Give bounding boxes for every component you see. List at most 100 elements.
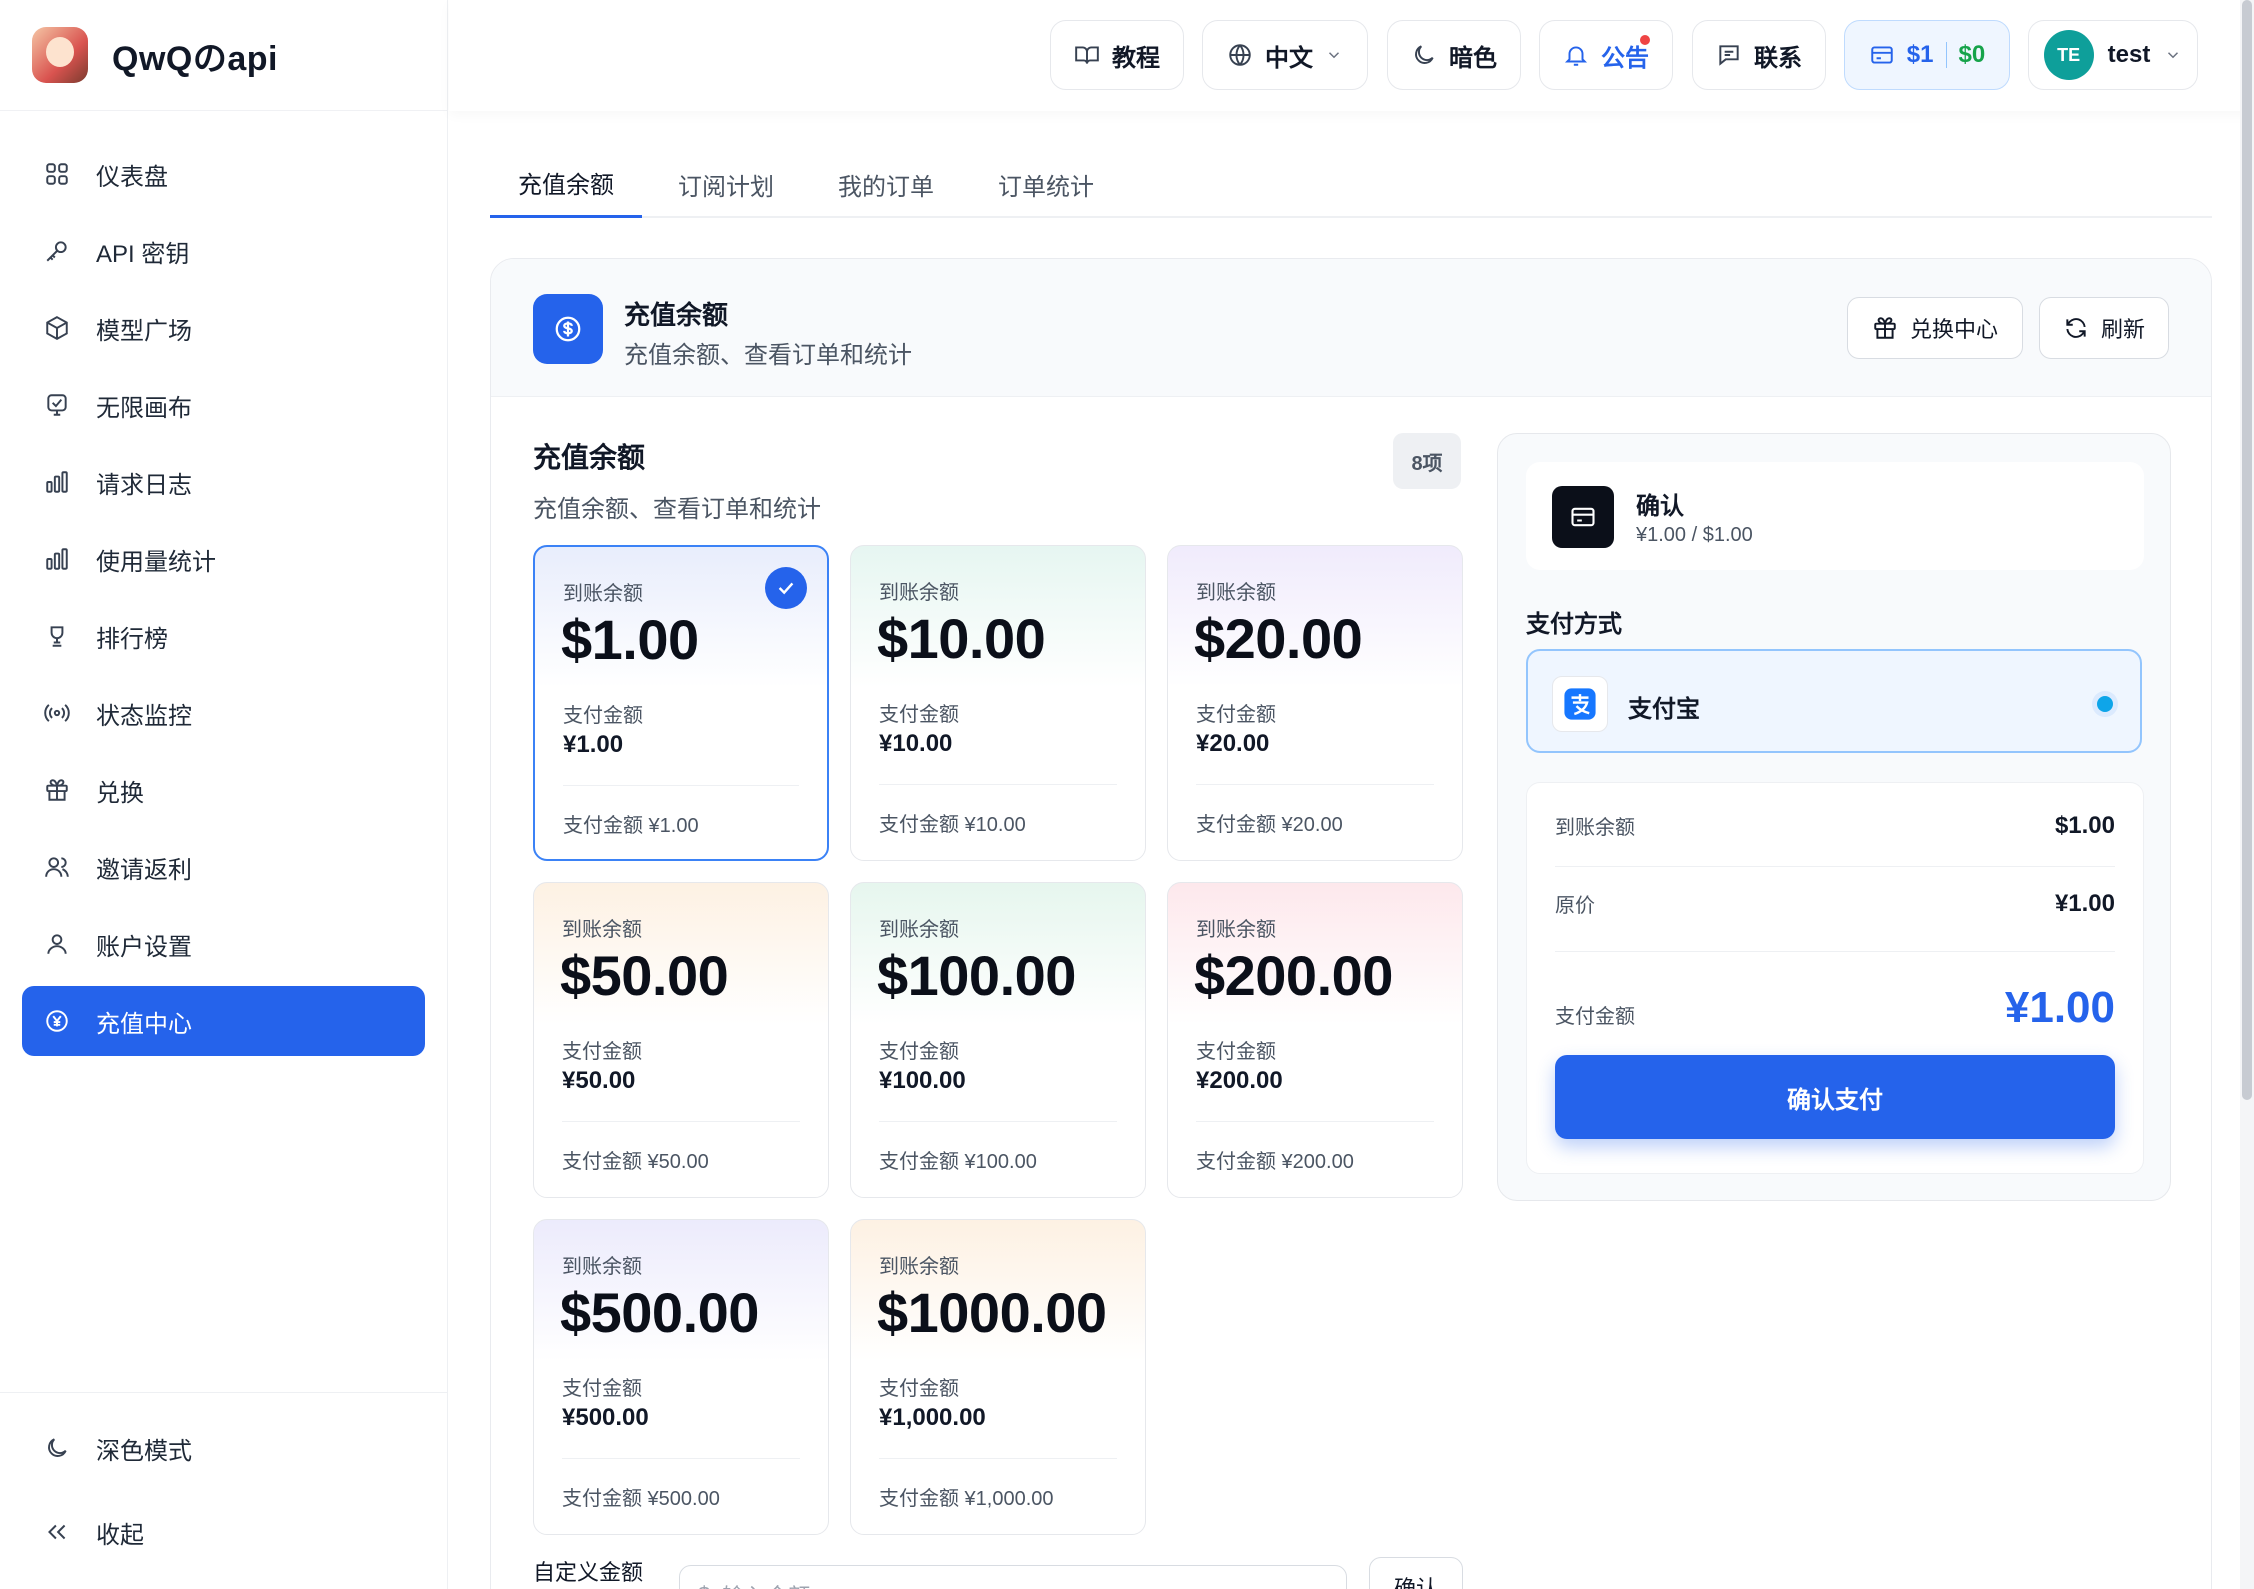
- key-icon: [42, 236, 72, 266]
- balance-divider: [1945, 42, 1947, 68]
- custom-amount-confirm-button[interactable]: 确认: [1369, 1557, 1463, 1589]
- moon-icon: [1411, 42, 1437, 68]
- brand-name: QwQのapi: [112, 39, 278, 78]
- package-card[interactable]: 到账余额 $10.00 支付金额 ¥10.00 支付金额 ¥10.00: [850, 545, 1146, 861]
- redeem-center-label: 兑换中心: [1909, 317, 1998, 342]
- sidebar-item-referral[interactable]: 邀请返利: [22, 832, 425, 902]
- package-card[interactable]: 到账余额 $1000.00 支付金额 ¥1,000.00 支付金额 ¥1,000…: [850, 1219, 1146, 1535]
- sidebar-item-api-keys[interactable]: API 密钥: [22, 216, 425, 286]
- package-card[interactable]: 到账余额 $100.00 支付金额 ¥100.00 支付金额 ¥100.00: [850, 882, 1146, 1198]
- sidebar: QwQのapi 仪表盘 API 密钥 模型广场 无限画布 请求日志 使用量统计: [0, 0, 448, 1589]
- refresh-button[interactable]: 刷新: [2039, 297, 2169, 359]
- confirm-subtitle: ¥1.00 / $1.00: [1636, 524, 1753, 546]
- pay-footer: 支付金额 ¥1.00: [563, 815, 699, 837]
- sidebar-item-account[interactable]: 账户设置: [22, 909, 425, 979]
- credit-label: 到账余额: [562, 1256, 642, 1278]
- card-title: 充值余额: [624, 300, 729, 330]
- radio-selected[interactable]: [2092, 691, 2118, 717]
- check-icon: [765, 567, 807, 609]
- yen-circle-icon: [42, 1006, 72, 1036]
- user-menu[interactable]: TE test: [2028, 20, 2198, 90]
- tab-my-orders[interactable]: 我的订单: [810, 150, 962, 218]
- language-select[interactable]: 中文: [1202, 20, 1368, 90]
- divider: [879, 1458, 1117, 1459]
- sidebar-item-canvas[interactable]: 无限画布: [22, 370, 425, 440]
- pay-footer: 支付金额 ¥10.00: [879, 814, 1026, 836]
- scrollbar[interactable]: [2240, 0, 2254, 1589]
- divider: [562, 1458, 800, 1459]
- brand[interactable]: QwQのapi: [0, 0, 447, 111]
- confirm-title: 确认: [1636, 493, 1684, 520]
- pay-amount: ¥500.00: [562, 1404, 649, 1431]
- collapse-sidebar-button[interactable]: 收起: [22, 1497, 425, 1567]
- sidebar-item-redeem[interactable]: 兑换: [22, 755, 425, 825]
- top-header: 教程 中文 暗色 公告 联系 $1 $0 TE test: [449, 0, 2254, 111]
- credit-amount: $200.00: [1194, 944, 1393, 1007]
- chevron-down-icon: [2164, 46, 2182, 64]
- credit-amount: $50.00: [560, 944, 729, 1007]
- sidebar-item-models[interactable]: 模型广场: [22, 293, 425, 363]
- package-card[interactable]: 到账余额 $50.00 支付金额 ¥50.00 支付金额 ¥50.00: [533, 882, 829, 1198]
- gift-icon: [1872, 315, 1898, 341]
- sidebar-item-label: 兑换: [96, 779, 144, 807]
- balance-button[interactable]: $1 $0: [1844, 20, 2010, 90]
- section-subtitle: 充值余额、查看订单和统计: [533, 496, 821, 523]
- balance-usd: $1: [1906, 41, 1934, 68]
- package-card[interactable]: 到账余额 $1.00 支付金额 ¥1.00 支付金额 ¥1.00: [533, 545, 829, 861]
- section-title: 充值余额: [533, 442, 646, 473]
- tab-subscription[interactable]: 订阅计划: [650, 150, 802, 218]
- sidebar-item-request-logs[interactable]: 请求日志: [22, 447, 425, 517]
- payment-method-name: 支付宝: [1628, 696, 1700, 723]
- dashboard-grid-icon: [42, 159, 72, 189]
- payment-method-label: 支付方式: [1526, 611, 1622, 638]
- divider: [563, 785, 799, 786]
- pay-label: 支付金额: [1196, 1041, 1276, 1063]
- sidebar-item-dashboard[interactable]: 仪表盘: [22, 139, 425, 209]
- credit-row-value: $1.00: [2054, 811, 2115, 839]
- sidebar-item-status[interactable]: 状态监控: [22, 678, 425, 748]
- order-summary: 到账余额 $1.00 原价 ¥1.00 支付金额 ¥1.00 确认支付: [1526, 782, 2144, 1174]
- refresh-label: 刷新: [2100, 317, 2145, 342]
- tab-topup-balance[interactable]: 充值余额: [490, 150, 642, 218]
- book-icon: [1074, 42, 1100, 68]
- package-card[interactable]: 到账余额 $200.00 支付金额 ¥200.00 支付金额 ¥200.00: [1167, 882, 1463, 1198]
- scrollbar-thumb[interactable]: [2242, 0, 2252, 1100]
- dark-label: 暗色: [1449, 44, 1497, 72]
- confirm-summary: 确认 ¥1.00 / $1.00: [1526, 462, 2144, 570]
- sidebar-item-usage-stats[interactable]: 使用量统计: [22, 524, 425, 594]
- announcement-button[interactable]: 公告: [1539, 20, 1673, 90]
- total-value: ¥1.00: [2004, 983, 2115, 1032]
- theme-dark-button[interactable]: 暗色: [1387, 20, 1521, 90]
- tab-order-stats[interactable]: 订单统计: [970, 150, 1122, 218]
- dark-mode-toggle[interactable]: 深色模式: [22, 1413, 425, 1483]
- credit-amount: $10.00: [877, 607, 1046, 670]
- trophy-icon: [42, 621, 72, 651]
- credit-label: 到账余额: [879, 919, 959, 941]
- pay-label: 支付金额: [879, 1041, 959, 1063]
- confirm-pay-button[interactable]: 确认支付: [1555, 1055, 2115, 1139]
- package-card[interactable]: 到账余额 $20.00 支付金额 ¥20.00 支付金额 ¥20.00: [1167, 545, 1463, 861]
- package-card[interactable]: 到账余额 $500.00 支付金额 ¥500.00 支付金额 ¥500.00: [533, 1219, 829, 1535]
- sidebar-item-leaderboard[interactable]: 排行榜: [22, 601, 425, 671]
- sidebar-nav: 仪表盘 API 密钥 模型广场 无限画布 请求日志 使用量统计 排行榜 状态监控…: [0, 111, 447, 1056]
- redeem-center-button[interactable]: 兑换中心: [1847, 297, 2023, 359]
- pay-label: 支付金额: [879, 1378, 959, 1400]
- alipay-icon: [1552, 676, 1608, 732]
- custom-amount-input[interactable]: $ 输入金额: [679, 1565, 1347, 1589]
- sidebar-item-topup[interactable]: 充值中心: [22, 986, 425, 1056]
- contact-label: 联系: [1754, 44, 1802, 72]
- sidebar-item-label: 账户设置: [96, 933, 192, 961]
- sidebar-item-label: API 密钥: [96, 240, 190, 268]
- broadcast-icon: [42, 698, 72, 728]
- contact-button[interactable]: 联系: [1692, 20, 1826, 90]
- custom-amount-label: 自定义金额: [533, 1560, 644, 1585]
- pay-footer: 支付金额 ¥200.00: [1196, 1151, 1354, 1173]
- pay-footer: 支付金额 ¥1,000.00: [879, 1488, 1054, 1510]
- pay-footer: 支付金额 ¥20.00: [1196, 814, 1343, 836]
- username: test: [2107, 41, 2151, 68]
- custom-amount-placeholder: 输入金额: [722, 1579, 810, 1589]
- tutorial-button[interactable]: 教程: [1050, 20, 1184, 90]
- dark-mode-label: 深色模式: [96, 1437, 192, 1465]
- payment-method-alipay[interactable]: 支付宝: [1526, 649, 2142, 753]
- pay-amount: ¥50.00: [562, 1067, 636, 1094]
